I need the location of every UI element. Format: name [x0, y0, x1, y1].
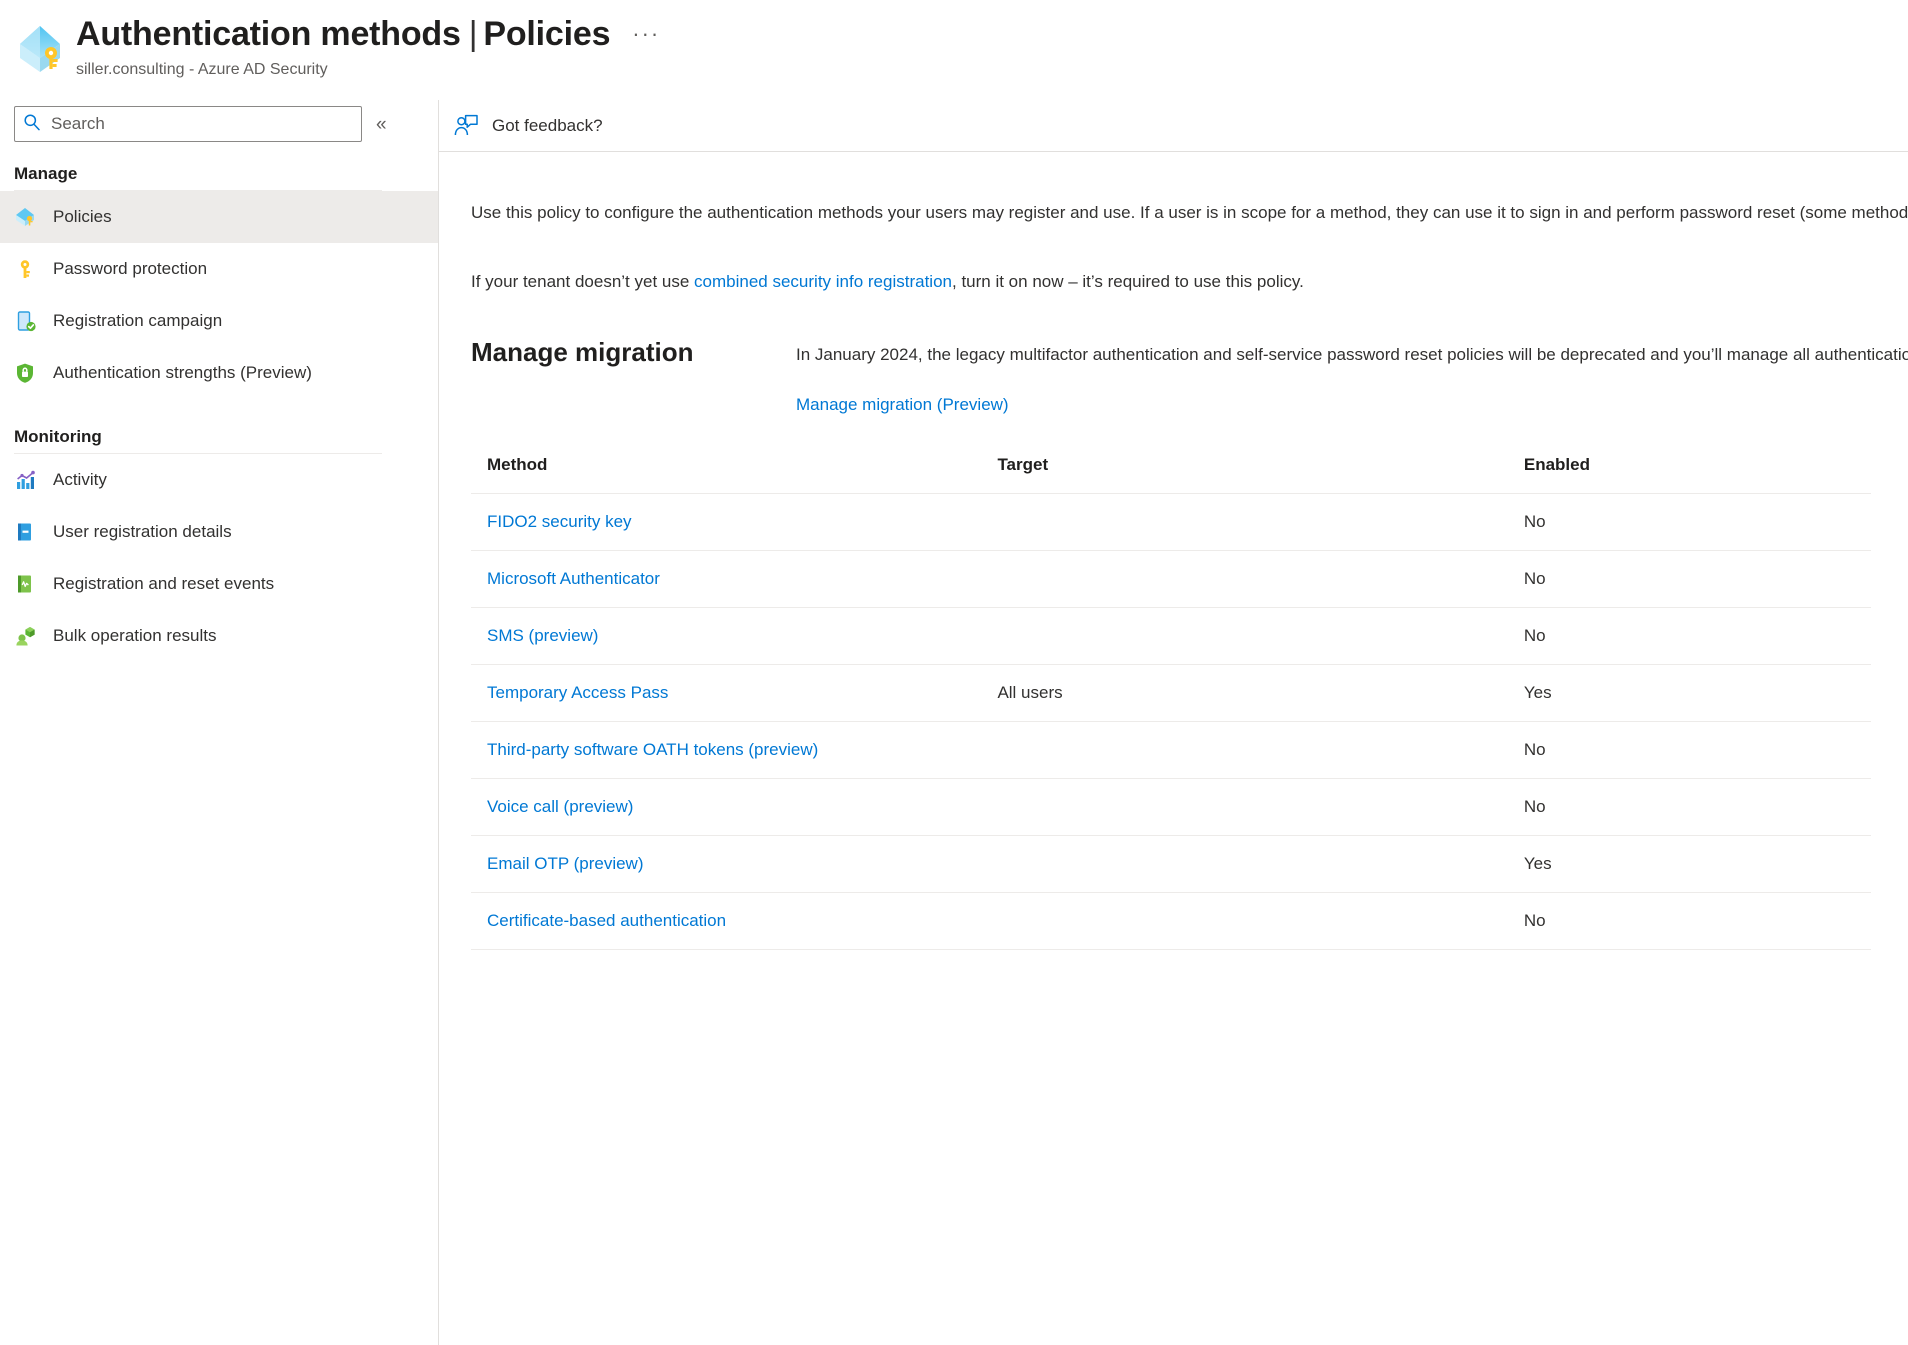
- bulk-operations-icon: [14, 625, 36, 647]
- method-target: [997, 778, 1524, 836]
- column-header-target: Target: [997, 455, 1524, 494]
- table-row[interactable]: Certificate-based authentication No: [471, 892, 1871, 950]
- sidebar-item-label: Registration and reset events: [53, 574, 275, 593]
- policies-icon: [14, 206, 36, 228]
- table-row[interactable]: Microsoft Authenticator No: [471, 550, 1871, 608]
- page-subtitle: siller.consulting - Azure AD Security: [76, 61, 328, 78]
- sidebar-item-authentication-strengths[interactable]: Authentication strengths (Preview): [0, 347, 438, 399]
- method-target: [997, 607, 1524, 665]
- intro-paragraph-1-text: Use this policy to configure the authent…: [471, 203, 1908, 222]
- column-header-method: Method: [471, 455, 998, 494]
- method-link[interactable]: Microsoft Authenticator: [487, 569, 660, 588]
- sidebar-item-user-registration-details[interactable]: User registration details: [0, 506, 438, 558]
- manage-migration-action-row: Manage migration (Preview): [796, 395, 1908, 415]
- intro-paragraph-2-text-before: If your tenant doesn’t yet use: [471, 272, 695, 291]
- table-row[interactable]: SMS (preview) No: [471, 607, 1871, 665]
- command-bar: Got feedback?: [439, 100, 1908, 152]
- manage-migration-description-text: In January 2024, the legacy multifactor …: [796, 345, 1908, 364]
- combined-security-info-registration-link[interactable]: combined security info registration: [694, 272, 952, 291]
- method-enabled: No: [1523, 778, 1871, 836]
- green-book-icon: [14, 573, 36, 595]
- search-box[interactable]: [14, 106, 362, 142]
- authentication-methods-icon: [14, 20, 66, 78]
- method-target: [997, 835, 1524, 893]
- sidebar-item-label: Registration campaign: [53, 311, 223, 330]
- got-feedback-button[interactable]: Got feedback?: [453, 114, 603, 138]
- sidebar-search-row: «: [0, 106, 438, 142]
- sidebar-item-activity[interactable]: Activity: [0, 454, 438, 506]
- method-link[interactable]: Email OTP (preview): [487, 854, 644, 873]
- feedback-person-icon: [453, 114, 479, 138]
- method-enabled: No: [1523, 550, 1871, 608]
- method-link[interactable]: FIDO2 security key: [487, 512, 632, 531]
- table-row[interactable]: FIDO2 security key No: [471, 493, 1871, 551]
- sidebar-item-bulk-operation-results[interactable]: Bulk operation results: [0, 610, 438, 662]
- table-header-row: Method Target Enabled: [471, 455, 1871, 494]
- sidebar: « Manage Policies: [0, 100, 438, 1345]
- bar-chart-icon: [14, 469, 36, 491]
- authentication-methods-table: Method Target Enabled FIDO2 security key…: [471, 455, 1871, 950]
- method-link[interactable]: Voice call (preview): [487, 797, 633, 816]
- sidebar-item-label: Bulk operation results: [53, 626, 217, 645]
- nav-group-title-manage: Manage: [14, 164, 78, 183]
- method-link[interactable]: SMS (preview): [487, 626, 598, 645]
- page-title-main: Authentication methods: [76, 15, 461, 53]
- page-title-sub: Policies: [483, 15, 611, 53]
- method-link[interactable]: Third-party software OATH tokens (previe…: [487, 740, 818, 759]
- method-link[interactable]: Certificate-based authentication: [487, 911, 726, 930]
- intro-paragraph-2-text-after: , turn it on now – it’s required to use …: [952, 272, 1304, 291]
- more-options-button[interactable]: ···: [632, 23, 660, 45]
- table-row[interactable]: Third-party software OATH tokens (previe…: [471, 721, 1871, 779]
- manage-migration-description: In January 2024, the legacy multifactor …: [796, 340, 1908, 369]
- manage-migration-heading: Manage migration: [471, 337, 694, 367]
- key-icon: [14, 258, 36, 280]
- method-enabled: No: [1523, 721, 1871, 779]
- method-target: [997, 493, 1524, 551]
- mobile-check-icon: [14, 310, 36, 332]
- method-enabled: No: [1523, 607, 1871, 665]
- intro-paragraph-1: Use this policy to configure the authent…: [471, 198, 1908, 227]
- content-area: Use this policy to configure the authent…: [439, 152, 1908, 950]
- page-title-separator: |: [468, 15, 478, 53]
- sidebar-item-label: Policies: [53, 207, 112, 226]
- page-title: Authentication methods | Policies: [76, 14, 610, 54]
- sidebar-item-label: User registration details: [53, 522, 232, 541]
- manage-migration-section: Manage migration In January 2024, the le…: [471, 336, 1908, 415]
- method-target: [997, 721, 1524, 779]
- table-row[interactable]: Temporary Access Pass All users Yes: [471, 664, 1871, 722]
- nav-group-spacer: [0, 399, 438, 425]
- blue-book-icon: [14, 521, 36, 543]
- method-enabled: Yes: [1523, 835, 1871, 893]
- method-target: [997, 892, 1524, 950]
- method-link[interactable]: Temporary Access Pass: [487, 683, 668, 702]
- table-row[interactable]: Voice call (preview) No: [471, 778, 1871, 836]
- sidebar-item-password-protection[interactable]: Password protection: [0, 243, 438, 295]
- main-content: Got feedback? Use this policy to configu…: [438, 100, 1908, 1345]
- intro-paragraph-2: If your tenant doesn’t yet use combined …: [471, 267, 1908, 296]
- sidebar-item-policies[interactable]: Policies: [0, 191, 438, 243]
- sidebar-item-label: Activity: [53, 470, 107, 489]
- sidebar-item-registration-campaign[interactable]: Registration campaign: [0, 295, 438, 347]
- sidebar-item-label: Password protection: [53, 259, 208, 278]
- method-target: All users: [997, 664, 1524, 722]
- page-header: Authentication methods | Policies ··· sill…: [0, 0, 1908, 100]
- sidebar-item-registration-and-reset-events[interactable]: Registration and reset events: [0, 558, 438, 610]
- sidebar-item-label: Authentication strengths (Preview): [53, 363, 312, 382]
- column-header-enabled: Enabled: [1523, 455, 1871, 494]
- method-enabled: Yes: [1523, 664, 1871, 722]
- manage-migration-preview-link[interactable]: Manage migration (Preview): [796, 395, 1009, 414]
- got-feedback-label: Got feedback?: [492, 115, 603, 135]
- method-target: [997, 550, 1524, 608]
- method-enabled: No: [1523, 493, 1871, 551]
- nav-group-title-monitoring: Monitoring: [14, 427, 102, 446]
- search-icon: [23, 113, 41, 136]
- collapse-sidebar-button[interactable]: «: [376, 115, 387, 134]
- search-input[interactable]: [49, 113, 353, 135]
- method-enabled: No: [1523, 892, 1871, 950]
- table-row[interactable]: Email OTP (preview) Yes: [471, 835, 1871, 893]
- shield-lock-icon: [14, 362, 36, 384]
